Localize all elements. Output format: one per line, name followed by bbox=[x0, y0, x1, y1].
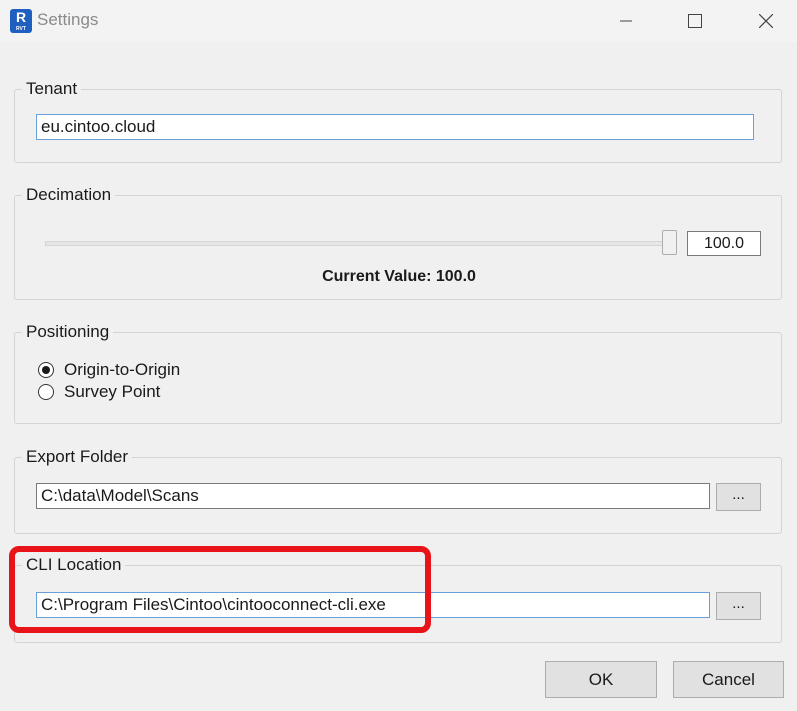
radio-checked-icon bbox=[38, 362, 54, 378]
app-icon-sub: RVT bbox=[16, 26, 26, 32]
settings-content: Tenant eu.cintoo.cloud Decimation 100.0 … bbox=[0, 42, 797, 711]
minimize-icon bbox=[620, 20, 632, 22]
export-folder-browse-button[interactable]: ... bbox=[716, 483, 761, 511]
close-button[interactable] bbox=[743, 0, 789, 42]
decimation-label: Decimation bbox=[22, 185, 116, 205]
export-folder-label: Export Folder bbox=[22, 447, 133, 467]
cancel-button[interactable]: Cancel bbox=[673, 661, 784, 698]
positioning-group: Positioning Origin-to-Origin Survey Poin… bbox=[14, 322, 782, 424]
radio-label: Origin-to-Origin bbox=[64, 360, 181, 379]
radio-survey-point[interactable]: Survey Point bbox=[38, 381, 160, 403]
tenant-input[interactable]: eu.cintoo.cloud bbox=[36, 114, 754, 140]
ok-button[interactable]: OK bbox=[545, 661, 657, 698]
app-icon-letter: R bbox=[15, 9, 27, 25]
tenant-group: Tenant eu.cintoo.cloud bbox=[14, 79, 782, 163]
decimation-slider-track[interactable] bbox=[45, 241, 675, 246]
cli-location-group: CLI Location C:\Program Files\Cintoo\cin… bbox=[14, 555, 782, 643]
export-folder-input[interactable]: C:\data\Model\Scans bbox=[36, 483, 710, 509]
radio-label: Survey Point bbox=[64, 382, 161, 401]
tenant-label: Tenant bbox=[22, 79, 82, 99]
radio-origin-to-origin[interactable]: Origin-to-Origin bbox=[38, 359, 180, 381]
decimation-group: Decimation 100.0 Current Value: 100.0 bbox=[14, 185, 782, 300]
export-folder-group: Export Folder C:\data\Model\Scans ... bbox=[14, 447, 782, 534]
cli-location-browse-button[interactable]: ... bbox=[716, 592, 761, 620]
revit-app-icon: R RVT bbox=[10, 9, 32, 33]
cli-location-label: CLI Location bbox=[22, 555, 126, 575]
decimation-value-input[interactable]: 100.0 bbox=[687, 231, 761, 256]
title-bar: R RVT Settings bbox=[0, 0, 797, 42]
maximize-button[interactable] bbox=[672, 0, 718, 42]
cli-location-input[interactable]: C:\Program Files\Cintoo\cintooconnect-cl… bbox=[36, 592, 710, 618]
decimation-current-value: Current Value: 100.0 bbox=[322, 268, 476, 285]
decimation-slider-thumb[interactable] bbox=[662, 230, 677, 255]
close-icon bbox=[759, 14, 773, 28]
radio-unchecked-icon bbox=[38, 384, 54, 400]
minimize-button[interactable] bbox=[603, 0, 649, 42]
maximize-icon bbox=[688, 14, 702, 28]
window-title: Settings bbox=[37, 10, 99, 29]
positioning-label: Positioning bbox=[22, 322, 114, 342]
